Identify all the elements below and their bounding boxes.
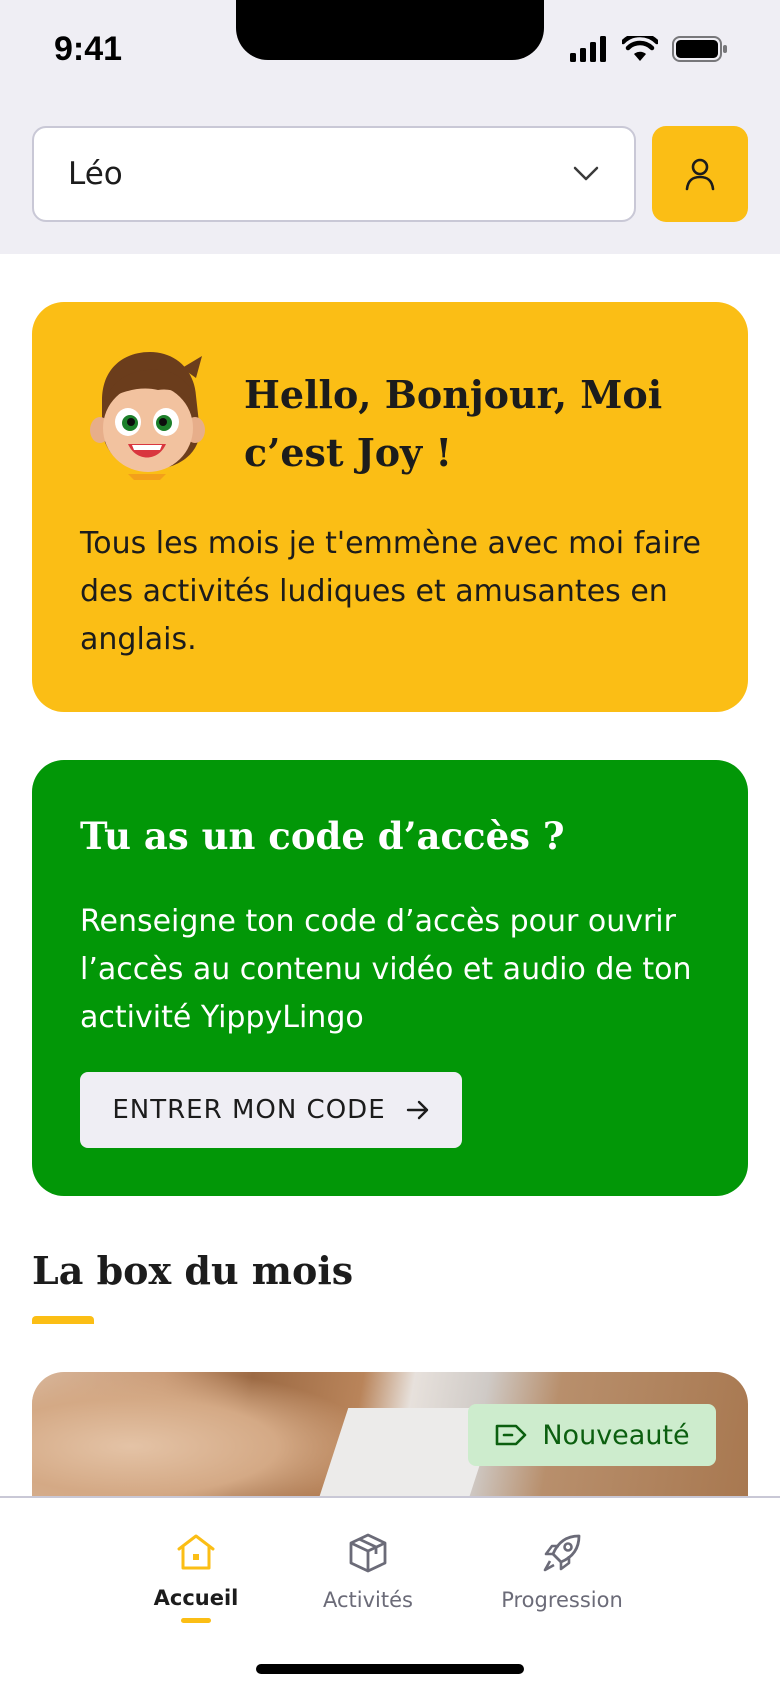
enter-code-button[interactable]: ENTRER MON CODE [80,1072,462,1148]
box-image-hand [32,1372,362,1496]
chevron-down-icon [573,166,599,181]
tag-icon [496,1424,527,1446]
status-time: 9:41 [54,30,123,68]
access-code-text: Renseigne ton code d’accès pour ouvrir l… [80,904,692,1035]
top-bar: 9:41 Léo [0,0,780,254]
box-icon [349,1533,387,1573]
rocket-icon [543,1534,581,1572]
home-indicator [256,1664,524,1674]
wifi-icon [622,36,658,61]
bottom-nav: Accueil Activités Progression [0,1496,780,1688]
child-select-value: Léo [68,156,123,192]
access-code-card: Tu as un code d’accès ? Renseigne ton co… [32,760,748,1196]
child-select[interactable]: Léo [32,126,636,222]
status-icons [570,36,728,62]
new-badge: Nouveauté [468,1404,716,1466]
welcome-text: Tous les mois je t'emmène avec moi faire… [80,526,701,657]
profile-button[interactable] [652,126,748,222]
monthly-box-title: La box du mois [32,1248,354,1293]
access-code-title: Tu as un code d’accès ? [80,814,565,858]
home-icon [177,1534,215,1570]
nav-item-progression[interactable]: Progression [477,1532,647,1612]
signal-icon [570,36,606,62]
user-icon [685,158,715,191]
arrow-right-icon [406,1100,428,1120]
section-underline [32,1316,94,1324]
battery-icon [672,36,727,62]
nav-label-activites: Activités [323,1588,413,1612]
device-notch [236,0,544,60]
welcome-title: Hello, Bonjour, Moi c’est Joy ! [244,372,663,475]
nav-label-progression: Progression [501,1588,623,1612]
mascot-joy-icon [90,352,205,480]
welcome-card: Hello, Bonjour, Moi c’est Joy ! Tous les… [32,302,748,712]
nav-item-activites[interactable]: Activités [283,1532,453,1612]
nav-active-indicator [181,1618,211,1623]
enter-code-button-label: ENTRER MON CODE [112,1095,386,1125]
new-badge-label: Nouveauté [542,1419,690,1451]
nav-label-accueil: Accueil [153,1586,239,1610]
nav-item-accueil[interactable]: Accueil [111,1532,281,1623]
